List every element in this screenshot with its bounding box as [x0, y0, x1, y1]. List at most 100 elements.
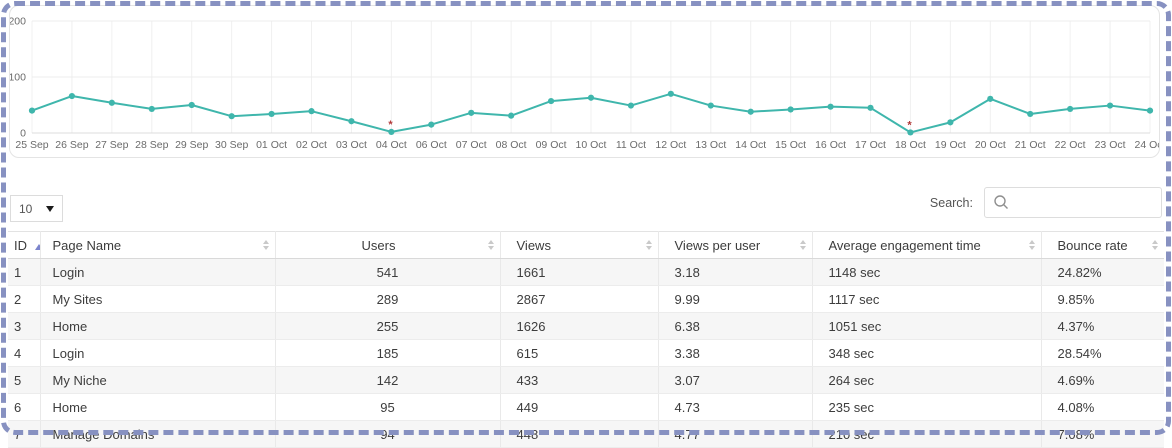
sort-both-icon [1029, 240, 1035, 250]
table-cell: 1626 [500, 313, 658, 340]
column-header-label: Users [362, 238, 396, 253]
x-axis-tick-label: 10 Oct [576, 139, 607, 151]
table-cell: 142 [275, 367, 500, 394]
table-cell: 1051 sec [812, 313, 1041, 340]
x-axis-tick-label: 14 Oct [735, 139, 766, 151]
column-header-page-name[interactable]: Page Name [40, 232, 275, 259]
column-header-views-per-user[interactable]: Views per user [658, 232, 812, 259]
x-axis-tick-label: 23 Oct [1095, 139, 1126, 151]
column-header-label: Page Name [53, 238, 122, 253]
data-point [867, 105, 873, 111]
column-header-id[interactable]: ID [8, 232, 40, 259]
data-point [748, 109, 754, 115]
data-point [947, 119, 953, 125]
table-row: 2My Sites28928679.991117 sec9.85% [8, 286, 1164, 313]
table-cell: 3.07 [658, 367, 812, 394]
table-cell: 1661 [500, 259, 658, 286]
column-header-label: Views per user [675, 238, 761, 253]
table-cell: 7.08% [1041, 421, 1164, 448]
table-cell: 4.08% [1041, 394, 1164, 421]
data-point [708, 102, 714, 108]
table-cell: 541 [275, 259, 500, 286]
table-cell: 3.38 [658, 340, 812, 367]
table-cell: 235 sec [812, 394, 1041, 421]
y-axis-tick-label: 200 [10, 16, 26, 28]
table-header-row: ID Page Name Users Views Views per user Avera… [8, 232, 1164, 259]
table-cell: 24.82% [1041, 259, 1164, 286]
table-row: 5My Niche1424333.07264 sec4.69% [8, 367, 1164, 394]
data-point [308, 108, 314, 114]
pages-table: ID Page Name Users Views Views per user Avera… [8, 231, 1164, 448]
x-axis-tick-label: 08 Oct [496, 139, 527, 151]
table-cell: 1148 sec [812, 259, 1041, 286]
annotation-asterisk: * [907, 119, 912, 131]
table-cell: 448 [500, 421, 658, 448]
line-chart-svg: 010020025 Sep26 Sep27 Sep28 Sep29 Sep30 … [10, 6, 1159, 157]
table-cell: 433 [500, 367, 658, 394]
page-length-select[interactable]: 10 [10, 195, 63, 222]
table-cell: 5 [8, 367, 40, 394]
table-cell: Login [40, 259, 275, 286]
table-cell: 28.54% [1041, 340, 1164, 367]
table-row: 1Login54116613.181148 sec24.82% [8, 259, 1164, 286]
table-cell: 6 [8, 394, 40, 421]
page-views-chart-card: 010020025 Sep26 Sep27 Sep28 Sep29 Sep30 … [9, 5, 1160, 158]
data-point [1027, 111, 1033, 117]
x-axis-tick-label: 15 Oct [775, 139, 806, 151]
sort-both-icon [646, 240, 652, 250]
data-point [268, 111, 274, 117]
chevron-down-icon [46, 206, 54, 212]
table-cell: My Niche [40, 367, 275, 394]
x-axis-tick-label: 18 Oct [895, 139, 926, 151]
table-cell: 9.85% [1041, 286, 1164, 313]
column-header-users[interactable]: Users [275, 232, 500, 259]
table-cell: Manage Domains [40, 421, 275, 448]
line-chart: 010020025 Sep26 Sep27 Sep28 Sep29 Sep30 … [10, 6, 1159, 157]
data-point [109, 100, 115, 106]
column-header-views[interactable]: Views [500, 232, 658, 259]
x-axis-tick-label: 21 Oct [1015, 139, 1046, 151]
table-cell: 94 [275, 421, 500, 448]
data-point [468, 110, 474, 116]
data-point [1107, 102, 1113, 108]
table-cell: 4.77 [658, 421, 812, 448]
sort-both-icon [263, 240, 269, 250]
table-cell: 9.99 [658, 286, 812, 313]
column-header-bounce-rate[interactable]: Bounce rate [1041, 232, 1164, 259]
table-cell: Home [40, 394, 275, 421]
search-input[interactable] [1016, 188, 1161, 217]
table-cell: My Sites [40, 286, 275, 313]
table-cell: Login [40, 340, 275, 367]
search-area: Search: [930, 187, 1162, 218]
table-cell: 4.73 [658, 394, 812, 421]
sort-both-icon [1152, 240, 1158, 250]
table-cell: 289 [275, 286, 500, 313]
table-cell: 264 sec [812, 367, 1041, 394]
x-axis-tick-label: 22 Oct [1055, 139, 1086, 151]
x-axis-tick-label: 13 Oct [695, 139, 726, 151]
table-cell: 3.18 [658, 259, 812, 286]
table-cell: 2867 [500, 286, 658, 313]
table-cell: 6.38 [658, 313, 812, 340]
data-point [508, 113, 514, 119]
column-header-label: Views [517, 238, 551, 253]
table-cell: 4 [8, 340, 40, 367]
data-point [348, 118, 354, 124]
data-point [189, 102, 195, 108]
x-axis-tick-label: 20 Oct [975, 139, 1006, 151]
data-point [229, 113, 235, 119]
x-axis-tick-label: 27 Sep [95, 139, 128, 151]
data-point [588, 95, 594, 101]
data-point [548, 98, 554, 104]
x-axis-tick-label: 29 Sep [175, 139, 208, 151]
table-cell: 4.37% [1041, 313, 1164, 340]
table-cell: 255 [275, 313, 500, 340]
column-header-average-engagement-time[interactable]: Average engagement time [812, 232, 1041, 259]
table-cell: 95 [275, 394, 500, 421]
x-axis-tick-label: 11 Oct [616, 139, 646, 151]
data-point [788, 106, 794, 112]
data-point [1067, 106, 1073, 112]
annotation-asterisk: * [388, 119, 393, 131]
x-axis-tick-label: 01 Oct [256, 139, 287, 151]
sort-both-icon [800, 240, 806, 250]
